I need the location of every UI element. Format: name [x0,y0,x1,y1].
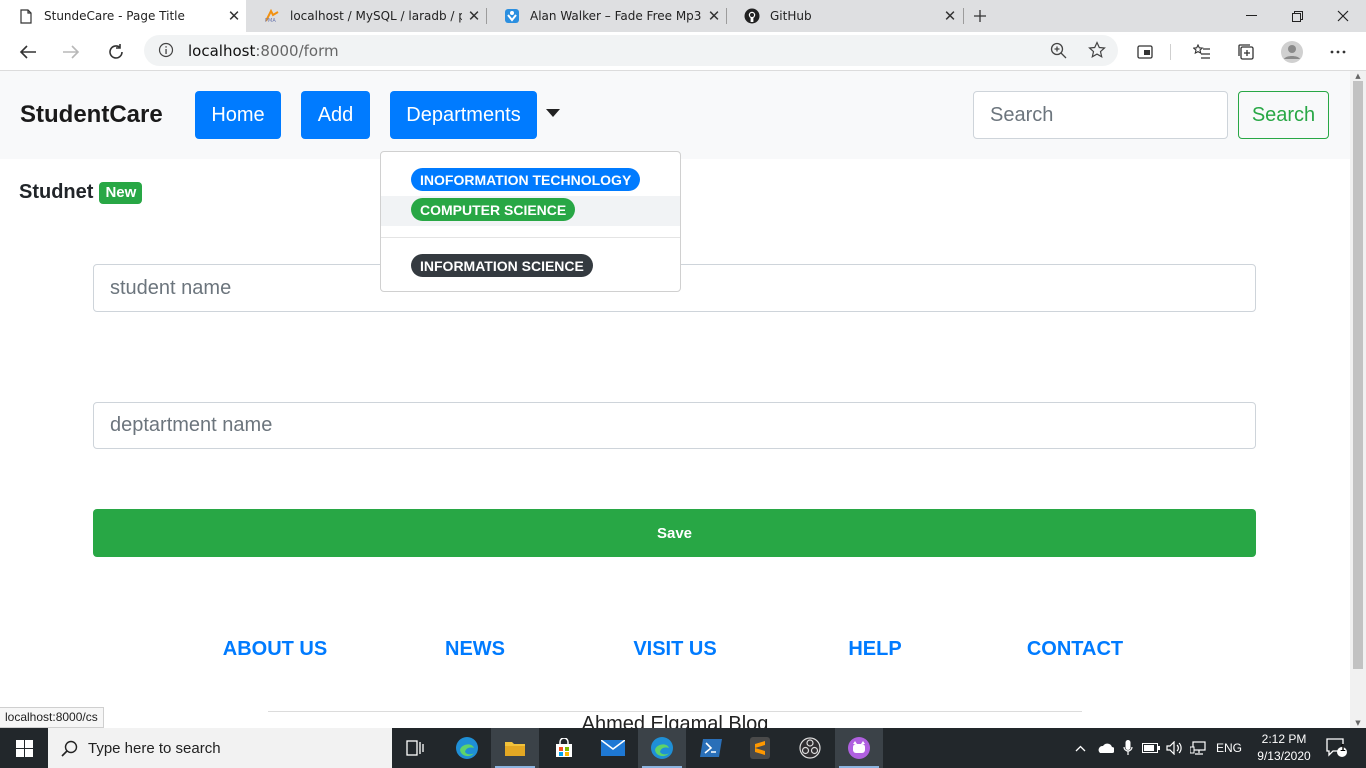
footer-link-news[interactable]: NEWS [375,638,575,661]
search-icon [61,740,78,757]
toolbar-divider [1170,44,1171,60]
address-bar[interactable]: localhost:8000/form [144,35,1118,66]
page-heading: Studnet New [19,181,143,204]
edge-active-taskbar-icon[interactable] [638,728,686,768]
dropdown-item-computer-science[interactable]: COMPUTER SCIENCE [381,196,680,226]
site-navbar: StudentCare Home Add Departments Search [0,71,1350,159]
powershell-icon[interactable] [687,728,735,768]
department-name-input[interactable] [93,402,1256,449]
tab-alan-walker[interactable]: Alan Walker – Fade Free Mp3 Do ✕ [486,0,726,32]
tab-title: GitHub [770,9,812,23]
file-explorer-icon[interactable] [491,728,539,768]
new-tab-icon[interactable] [957,0,1003,32]
tab-phpmyadmin[interactable]: PMA localhost / MySQL / laradb / pos ✕ [246,0,486,32]
search-button[interactable]: Search [1238,91,1329,139]
more-menu-icon[interactable] [1322,36,1354,68]
battery-icon[interactable] [1140,728,1162,768]
restore-icon[interactable] [1274,0,1320,32]
clock-time: 2:12 PM [1261,732,1307,746]
network-icon[interactable] [1188,728,1210,768]
tab-github[interactable]: GitHub ✕ [726,0,962,32]
windows-start-icon[interactable] [0,728,48,768]
sublime-text-icon[interactable] [736,728,784,768]
tab-title: localhost / MySQL / laradb / pos [290,9,462,23]
svg-text:PMA: PMA [265,18,276,23]
input-language[interactable]: ENG [1212,728,1246,768]
footer-link-visit-us[interactable]: VISIT US [575,638,775,661]
status-bar-url: localhost:8000/cs [0,707,104,728]
department-pill: INOFORMATION TECHNOLOGY [411,168,641,191]
departments-dropdown-menu: INOFORMATION TECHNOLOGY COMPUTER SCIENCE… [380,151,681,292]
back-icon[interactable] [12,36,44,68]
system-clock[interactable]: 2:12 PM 9/13/2020 [1248,731,1320,765]
microphone-icon[interactable] [1118,728,1138,768]
music-site-icon [504,8,520,24]
info-icon[interactable] [158,42,174,62]
footer-text: Ahmed Elgamal Blog [581,713,769,728]
taskbar-search-placeholder: Type here to search [88,739,221,757]
clock-date: 9/13/2020 [1257,749,1311,763]
notification-count: 1 [1340,743,1346,754]
footer-link-about-us[interactable]: ABOUT US [175,638,375,661]
footer-link-help[interactable]: HELP [775,638,975,661]
web-page: StudentCare Home Add Departments Search … [0,71,1350,728]
windows-taskbar: Type here to search ENG 2:12 PM 9/13/202… [0,728,1366,768]
close-tab-icon[interactable]: ✕ [462,7,486,25]
browser-tab-strip: StundeCare - Page Title ✕ PMA localhost … [0,0,1366,32]
favorite-star-icon[interactable] [1088,41,1106,63]
taskbar-search-box[interactable]: Type here to search [48,728,392,768]
new-badge: New [99,181,143,204]
save-button[interactable]: Save [93,509,1256,557]
phpmyadmin-icon: PMA [264,8,280,24]
purple-app-icon[interactable] [835,728,883,768]
footer-divider [268,711,1082,712]
zoom-icon[interactable] [1050,42,1067,63]
url-path: :8000/form [255,42,339,60]
dropdown-caret-icon[interactable] [546,109,560,117]
footer-link-contact[interactable]: CONTACT [975,638,1175,661]
volume-icon[interactable] [1164,728,1186,768]
notification-center-icon[interactable]: 1 [1320,728,1354,768]
scrollbar-thumb[interactable] [1353,81,1363,669]
tab-title: Alan Walker – Fade Free Mp3 Do [530,9,702,23]
edge-taskbar-icon[interactable] [443,728,491,768]
brand-logo[interactable]: StudentCare [20,101,163,129]
favorites-list-icon[interactable] [1186,36,1218,68]
url-host: localhost [188,42,256,60]
url-text[interactable]: localhost:8000/form [188,42,339,60]
collections-icon[interactable] [1230,36,1262,68]
mail-icon[interactable] [589,728,637,768]
tab-studentcare[interactable]: StundeCare - Page Title ✕ [0,0,246,32]
search-input[interactable] [973,91,1228,139]
close-tab-icon[interactable]: ✕ [702,7,726,25]
close-tab-icon[interactable]: ✕ [222,7,246,25]
github-icon [744,8,760,24]
page-scrollbar[interactable]: ▲ ▼ [1350,71,1366,728]
profile-avatar-icon[interactable] [1276,36,1308,68]
microsoft-store-icon[interactable] [540,728,588,768]
add-button[interactable]: Add [301,91,370,139]
department-pill: COMPUTER SCIENCE [411,198,576,221]
tab-title: StundeCare - Page Title [44,9,185,23]
task-view-icon[interactable] [392,728,440,768]
departments-button[interactable]: Departments [390,91,537,139]
scroll-up-arrow-icon[interactable]: ▲ [1350,71,1366,81]
heading-text: Studnet [19,181,94,203]
forward-icon[interactable] [55,36,87,68]
dropdown-item-information-technology[interactable]: INOFORMATION TECHNOLOGY [381,164,680,194]
dropdown-item-information-science[interactable]: INFORMATION SCIENCE [381,250,680,280]
scroll-down-arrow-icon[interactable]: ▼ [1350,718,1366,728]
dropdown-divider [381,237,680,238]
obs-studio-icon[interactable] [786,728,834,768]
refresh-icon[interactable] [100,36,132,68]
onedrive-icon[interactable] [1094,728,1116,768]
page-icon [18,8,34,24]
minimize-icon[interactable] [1228,0,1274,32]
browser-toolbar: localhost:8000/form [0,32,1366,71]
department-pill: INFORMATION SCIENCE [411,254,593,277]
home-button[interactable]: Home [195,91,281,139]
immersive-reader-icon[interactable] [1129,36,1161,68]
close-window-icon[interactable] [1320,0,1366,32]
show-hidden-icons-icon[interactable] [1070,728,1090,768]
